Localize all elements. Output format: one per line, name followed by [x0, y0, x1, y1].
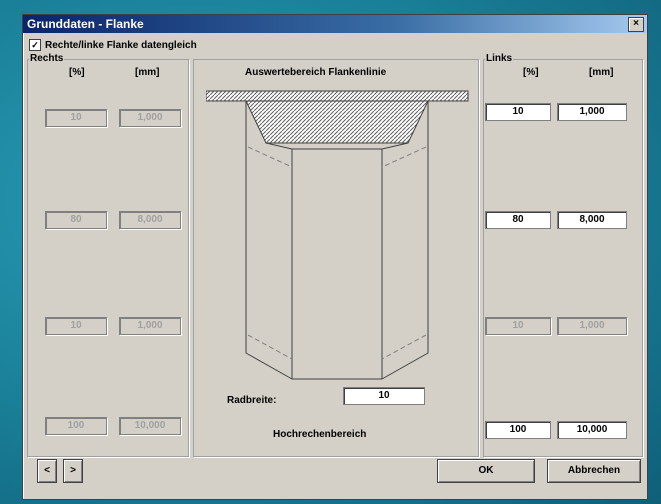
- links-percent-4[interactable]: 100: [485, 421, 551, 439]
- links-mm-3: 1,000: [557, 317, 627, 335]
- datengleich-label: Rechte/linke Flanke datengleich: [45, 39, 197, 51]
- right-dash-upper: [381, 146, 427, 168]
- left-dash-upper: [247, 146, 293, 168]
- dialog-window: Grunddaten - Flanke × ✓ Rechte/linke Fla…: [22, 14, 648, 500]
- links-mm-4[interactable]: 10,000: [557, 421, 627, 439]
- cancel-button[interactable]: Abbrechen: [547, 459, 641, 483]
- close-icon[interactable]: ×: [628, 17, 644, 32]
- hatched-region: [245, 100, 429, 144]
- left-inner-outline: [265, 142, 293, 379]
- rechts-percent-3: 10: [45, 317, 107, 335]
- rechts-group-label: Rechts: [29, 53, 65, 64]
- rechts-mm-1: 1,000: [119, 109, 181, 127]
- rechts-mm-4: 10,000: [119, 417, 181, 435]
- radbreite-label: Radbreite:: [227, 395, 277, 406]
- prev-button[interactable]: <: [37, 459, 57, 483]
- rechts-mm-3: 1,000: [119, 317, 181, 335]
- rechts-percent-2: 80: [45, 211, 107, 229]
- links-percent-3: 10: [485, 317, 551, 335]
- rechts-percent-1: 10: [45, 109, 107, 127]
- ok-button[interactable]: OK: [437, 459, 535, 483]
- rechts-col-mm: [mm]: [135, 67, 160, 78]
- right-dash-lower: [381, 334, 427, 360]
- radbreite-input[interactable]: 10: [343, 387, 425, 405]
- left-dash-lower: [247, 334, 293, 360]
- rechts-col-percent: [%]: [69, 67, 85, 78]
- links-col-mm: [mm]: [589, 67, 614, 78]
- links-group-label: Links: [485, 53, 514, 64]
- top-bar: [206, 90, 469, 102]
- links-col-percent: [%]: [523, 67, 539, 78]
- auswertebereich-heading: Auswertebereich Flankenlinie: [245, 67, 387, 78]
- hochrechenbereich-label: Hochrechenbereich: [273, 429, 367, 440]
- datengleich-checkbox[interactable]: ✓: [29, 39, 41, 51]
- title-bar: Grunddaten - Flanke ×: [23, 15, 647, 33]
- links-percent-2[interactable]: 80: [485, 211, 551, 229]
- rechts-percent-4: 100: [45, 417, 107, 435]
- links-percent-1[interactable]: 10: [485, 103, 551, 121]
- flank-diagram: [206, 90, 469, 380]
- right-inner-outline: [381, 142, 409, 379]
- rechts-mm-2: 8,000: [119, 211, 181, 229]
- links-mm-1[interactable]: 1,000: [557, 103, 627, 121]
- next-button[interactable]: >: [63, 459, 83, 483]
- links-mm-2[interactable]: 8,000: [557, 211, 627, 229]
- datengleich-option[interactable]: ✓ Rechte/linke Flanke datengleich: [29, 39, 197, 51]
- dialog-title: Grunddaten - Flanke: [27, 17, 144, 31]
